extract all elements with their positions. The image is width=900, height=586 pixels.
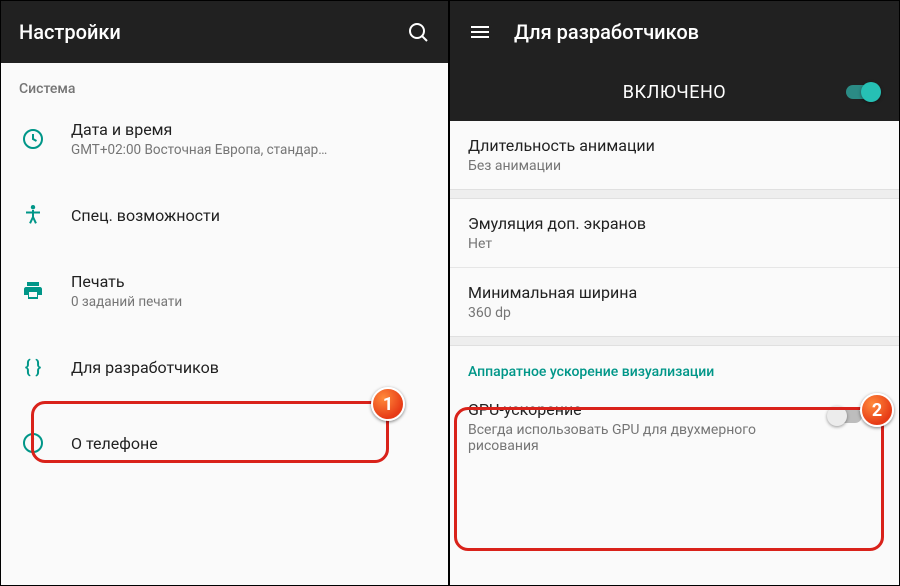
row-developer-options[interactable]: { } Для разработчиков — [1, 329, 448, 405]
settings-pane: Настройки Система Дата и время GMT+02:00… — [1, 1, 450, 585]
developer-list[interactable]: Длительность анимации Без анимации Эмуля… — [450, 121, 899, 585]
settings-appbar: Настройки — [1, 1, 448, 63]
row-developer-title: Для разработчиков — [71, 358, 430, 377]
settings-title: Настройки — [19, 20, 384, 44]
row-print-title: Печать — [71, 272, 430, 291]
row-animation-duration[interactable]: Длительность анимации Без анимации — [450, 121, 899, 189]
clock-icon — [19, 127, 47, 151]
row-minw-sub: 360 dp — [468, 305, 881, 321]
row-date-time-sub: GMT+02:00 Восточная Европа, стандар… — [71, 142, 430, 158]
row-sim-title: Эмуляция доп. экранов — [468, 214, 881, 233]
row-about-title: О телефоне — [71, 434, 430, 453]
settings-list[interactable]: Система Дата и время GMT+02:00 Восточная… — [1, 63, 448, 585]
developer-options-pane: Для разработчиков ВКЛЮЧЕНО Длительность … — [450, 1, 899, 585]
braces-icon: { } — [19, 357, 47, 378]
row-date-time-title: Дата и время — [71, 120, 430, 139]
row-min-width[interactable]: Минимальная ширина 360 dp — [450, 268, 899, 336]
row-anim-sub: Без анимации — [468, 158, 881, 174]
developer-title: Для разработчиков — [514, 20, 881, 44]
info-icon — [19, 431, 47, 455]
row-anim-title: Длительность анимации — [468, 136, 881, 155]
row-accessibility[interactable]: Спец. возможности — [1, 177, 448, 253]
master-toggle[interactable] — [845, 82, 881, 102]
enabled-bar[interactable]: ВКЛЮЧЕНО — [450, 63, 899, 121]
developer-appbar: Для разработчиков — [450, 1, 899, 63]
row-gpu-sub: Всегда использовать GPU для двухмерного … — [468, 422, 821, 454]
row-gpu-rendering[interactable]: GPU-ускорение Всегда использовать GPU дл… — [450, 394, 899, 468]
row-print[interactable]: Печать 0 заданий печати — [1, 253, 448, 329]
hamburger-icon[interactable] — [468, 20, 492, 44]
row-minw-title: Минимальная ширина — [468, 283, 881, 302]
printer-icon — [19, 279, 47, 303]
row-gpu-title: GPU-ускорение — [468, 400, 821, 419]
section-hw-accel: Аппаратное ускорение визуализации — [450, 346, 899, 394]
search-icon[interactable] — [406, 20, 430, 44]
section-system-label: Система — [1, 63, 448, 101]
row-simulate-displays[interactable]: Эмуляция доп. экранов Нет — [450, 199, 899, 267]
row-accessibility-title: Спец. возможности — [71, 206, 430, 225]
row-about-phone[interactable]: О телефоне — [1, 405, 448, 481]
row-print-sub: 0 заданий печати — [71, 294, 430, 310]
row-date-time[interactable]: Дата и время GMT+02:00 Восточная Европа,… — [1, 101, 448, 177]
row-sim-sub: Нет — [468, 236, 881, 252]
gpu-toggle[interactable] — [827, 406, 863, 426]
accessibility-icon — [19, 203, 47, 227]
enabled-label: ВКЛЮЧЕНО — [623, 82, 726, 103]
